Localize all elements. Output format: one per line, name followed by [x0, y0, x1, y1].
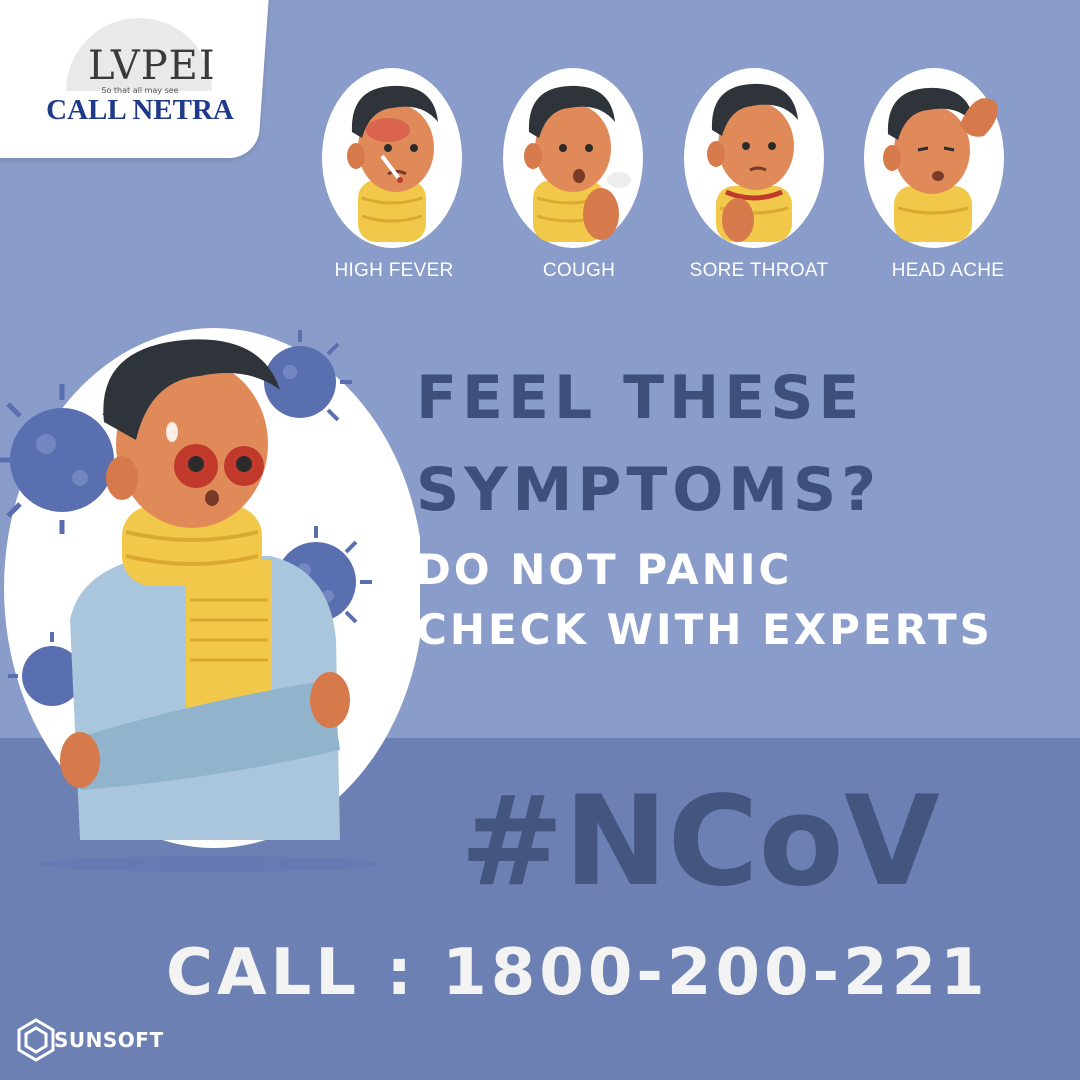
- subhead: DO NOT PANIC CHECK WITH EXPERTS: [416, 540, 993, 660]
- symptom-label-head-ache: HEAD ACHE: [891, 260, 1005, 281]
- sunsoft-hex-icon: [17, 1018, 55, 1062]
- symptom-label-high-fever: HIGH FEVER: [334, 260, 454, 281]
- hashtag: #NCoV: [460, 770, 940, 914]
- cough-face-icon: [503, 68, 643, 248]
- headline-line-2: SYMPTOMS?: [416, 455, 881, 525]
- logo-lvpei: LVPEI: [88, 43, 216, 89]
- sore-throat-face-icon: [684, 68, 824, 248]
- sunsoft-logo: SUNSOFT: [16, 1018, 163, 1062]
- symptom-label-sore-throat: SORE THROAT: [689, 260, 829, 281]
- subhead-line-2: CHECK WITH EXPERTS: [416, 605, 993, 654]
- call-number: CALL : 1800-200-221: [166, 936, 989, 1010]
- headache-face-icon: [864, 68, 1004, 248]
- fever-face-icon: [322, 68, 462, 248]
- headline: FEEL THESE SYMPTOMS?: [416, 352, 881, 536]
- logo-call-netra: CALL NETRA: [46, 94, 234, 126]
- poster: LVPEI So that all may see CALL NETRA HIG…: [0, 0, 1080, 1080]
- subhead-line-1: DO NOT PANIC: [416, 545, 793, 594]
- sunsoft-wordmark: SUNSOFT: [54, 1028, 164, 1052]
- headline-line-1: FEEL THESE: [416, 363, 865, 433]
- symptom-label-cough: COUGH: [542, 260, 616, 281]
- sick-person-illustration: [0, 328, 420, 872]
